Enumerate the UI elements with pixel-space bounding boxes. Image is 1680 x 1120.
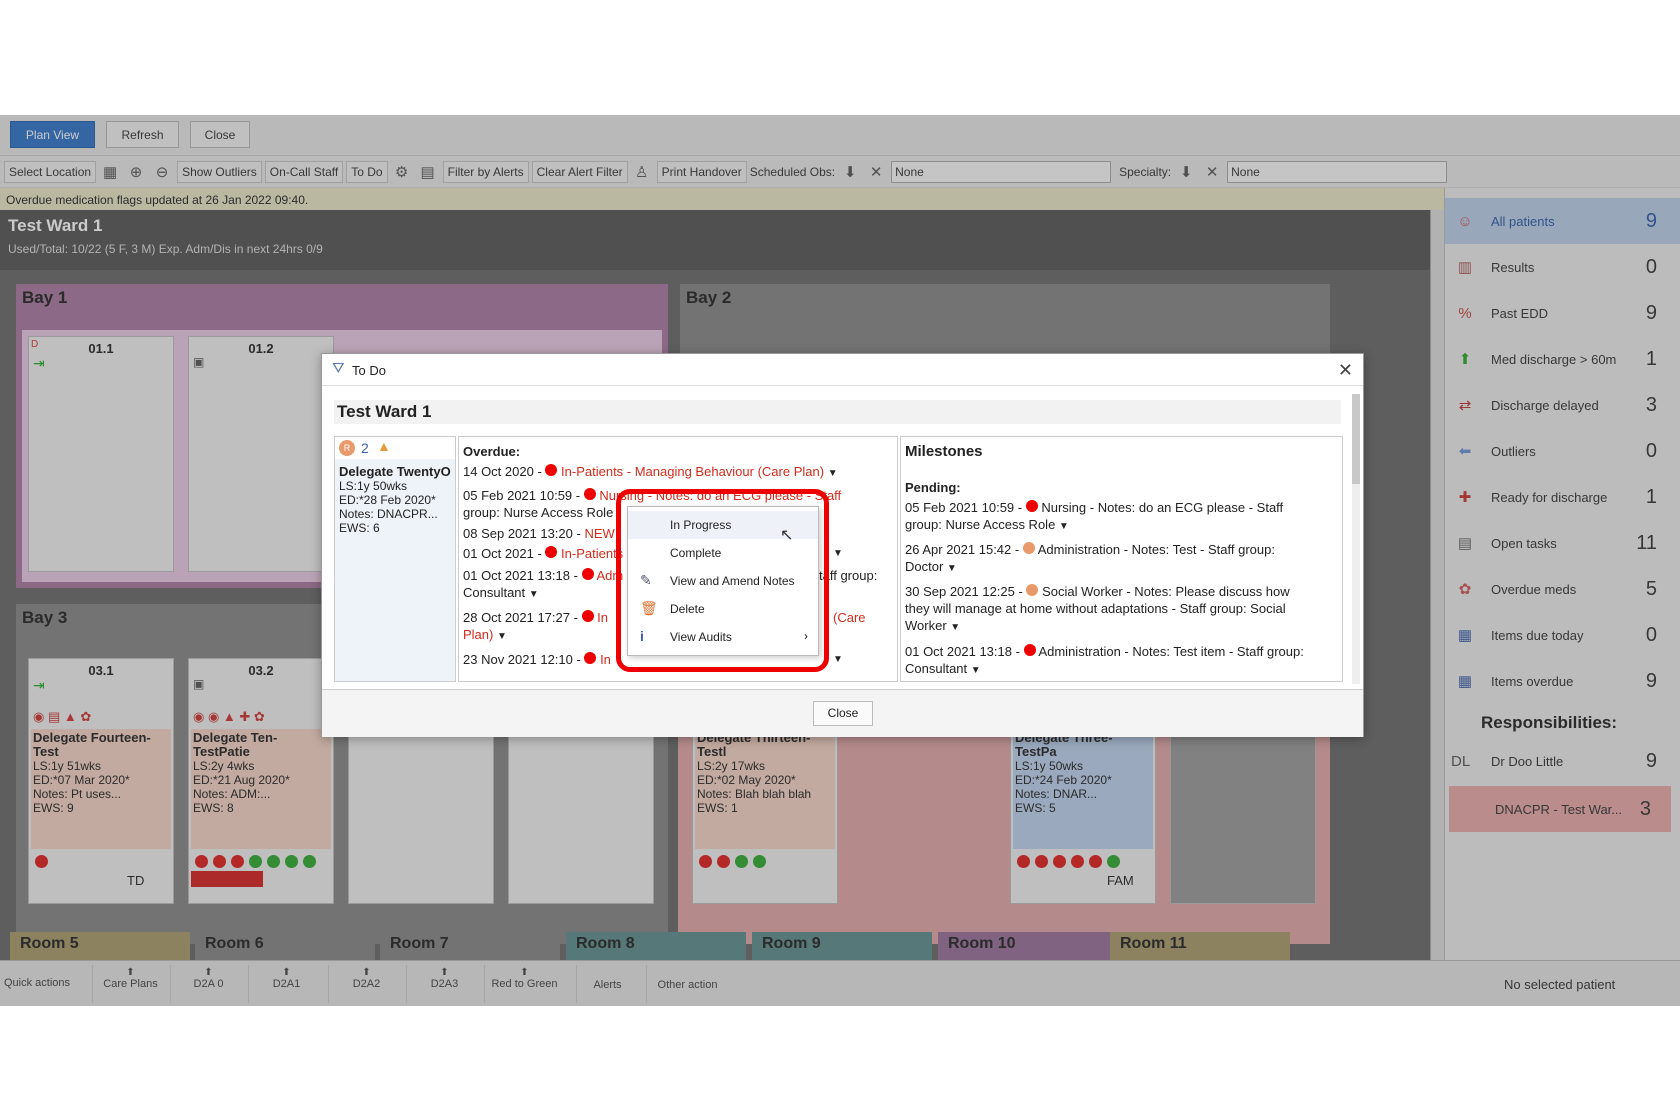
dialog-title: To Do xyxy=(352,363,386,378)
item-date: 05 Feb 2021 10:59 - xyxy=(463,488,581,503)
item-text-right: (Care xyxy=(833,610,866,625)
overdue-item[interactable]: 14 Oct 2020 - In-Patients - Managing Beh… xyxy=(463,463,893,482)
r-badge: R xyxy=(339,440,355,456)
status-dot xyxy=(583,488,596,500)
item-text: Administration - Notes: Test - Staff gro… xyxy=(1037,542,1275,557)
patient-info: Delegate TwentyO LS:1y 50wks ED:*28 Feb … xyxy=(339,464,451,536)
status-dot xyxy=(545,546,558,558)
close-icon[interactable]: ✕ xyxy=(1338,360,1353,381)
milestone-item[interactable]: 01 Oct 2021 13:18 - Administration - Not… xyxy=(905,643,1338,679)
status-dot xyxy=(1022,542,1035,554)
dialog-close-button[interactable]: Close xyxy=(813,701,873,726)
status-dot xyxy=(1026,584,1039,596)
milestones-heading: Milestones xyxy=(905,443,983,460)
dropdown-icon[interactable]: ▼ xyxy=(1059,521,1069,532)
patient-badges: R 2 ▲ xyxy=(335,437,455,459)
item-text-2: Plan) xyxy=(463,627,494,642)
status-dot xyxy=(581,610,594,622)
item-date: 23 Nov 2021 12:10 - xyxy=(463,652,581,667)
milestone-item[interactable]: 26 Apr 2021 15:42 - Administration - Not… xyxy=(905,541,1338,577)
dropdown-icon[interactable]: ▼ xyxy=(833,651,843,668)
dialog-scrollbar[interactable] xyxy=(1352,394,1360,684)
item-text: Administration - Notes: Test item - Staf… xyxy=(1038,644,1304,659)
item-text[interactable]: In-Patients xyxy=(561,546,623,561)
milestone-item[interactable]: 30 Sep 2021 12:25 - Social Worker - Note… xyxy=(905,583,1338,636)
dialog-title-bar: ⛛ To Do ✕ xyxy=(322,354,1363,386)
milestone-item[interactable]: 05 Feb 2021 10:59 - Nursing - Notes: do … xyxy=(905,499,1338,535)
patient-column[interactable]: R 2 ▲ Delegate TwentyO LS:1y 50wks ED:*2… xyxy=(334,436,456,682)
dropdown-icon[interactable]: ▼ xyxy=(833,545,843,562)
dropdown-icon[interactable]: ▼ xyxy=(971,665,981,676)
item-date: 26 Apr 2021 15:42 - xyxy=(905,542,1020,557)
item-text: Nursing - Notes: do an ECG please - Staf… xyxy=(1041,500,1284,515)
dropdown-icon[interactable]: ▼ xyxy=(950,622,960,633)
dialog-ward-title: Test Ward 1 xyxy=(334,400,1341,424)
item-text-2: group: Nurse Access Role xyxy=(463,505,614,520)
overdue-heading: Overdue: xyxy=(463,444,521,459)
filter-icon: ⛛ xyxy=(332,360,345,377)
item-text-2: Consultant xyxy=(905,661,968,676)
item-text[interactable]: In xyxy=(597,610,608,625)
highlight-box xyxy=(616,489,829,672)
status-dot xyxy=(1025,500,1038,512)
dropdown-icon[interactable]: ▼ xyxy=(529,589,539,600)
item-date: 01 Oct 2021 - xyxy=(463,546,542,561)
item-date: 05 Feb 2021 10:59 - xyxy=(905,500,1023,515)
item-date: 28 Oct 2021 17:27 - xyxy=(463,610,578,625)
status-dot xyxy=(581,568,594,580)
patient-notes: Notes: DNACPR... xyxy=(339,507,438,521)
item-text-2: Consultant xyxy=(463,585,526,600)
patient-name: Delegate TwentyO xyxy=(339,464,451,479)
dropdown-icon[interactable]: ▼ xyxy=(947,563,957,574)
item-text-2: Doctor xyxy=(905,559,944,574)
dialog-footer: Close xyxy=(322,689,1363,737)
item-text-3: Worker xyxy=(905,618,947,633)
to-do-dialog: ⛛ To Do ✕ Test Ward 1 R 2 ▲ Delegate Twe… xyxy=(321,353,1364,737)
patient-ews: EWS: 6 xyxy=(339,521,380,535)
item-text[interactable]: NEW xyxy=(584,526,614,541)
dropdown-icon[interactable]: ▼ xyxy=(828,468,838,479)
item-text[interactable]: In-Patients - Managing Behaviour (Care P… xyxy=(561,464,824,479)
patient-ed: ED:*28 Feb 2020* xyxy=(339,493,436,507)
status-dot xyxy=(584,652,597,664)
item-text-2: group: Nurse Access Role xyxy=(905,517,1056,532)
pending-heading: Pending: xyxy=(905,480,961,495)
status-dot xyxy=(545,464,558,476)
item-date: 01 Oct 2021 13:18 - xyxy=(463,568,578,583)
item-date: 08 Sep 2021 13:20 - xyxy=(463,526,581,541)
scroll-thumb[interactable] xyxy=(1352,394,1360,484)
item-text: Social Worker - Notes: Please discuss ho… xyxy=(1042,584,1290,599)
patient-ls: LS:1y 50wks xyxy=(339,479,408,493)
warning-icon: ▲ xyxy=(377,438,391,454)
milestones-column: Milestones Pending: 05 Feb 2021 10:59 - … xyxy=(900,436,1343,682)
item-date: 14 Oct 2020 - xyxy=(463,464,542,479)
dropdown-icon[interactable]: ▼ xyxy=(497,631,507,642)
status-dot xyxy=(1023,644,1036,656)
item-date: 30 Sep 2021 12:25 - xyxy=(905,584,1023,599)
item-text[interactable]: In xyxy=(600,652,611,667)
alert-count: 2 xyxy=(361,440,369,456)
item-date: 01 Oct 2021 13:18 - xyxy=(905,644,1020,659)
item-text-2: they will manage at home without adaptat… xyxy=(905,601,1286,616)
